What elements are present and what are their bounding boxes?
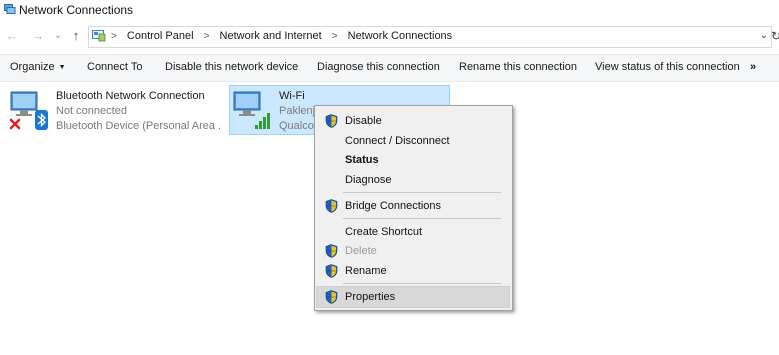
up-button[interactable]: ↑	[68, 28, 84, 44]
menu-item-diagnose[interactable]: Diagnose	[317, 170, 509, 190]
address-bar[interactable]: > Control Panel > Network and Internet >…	[88, 26, 772, 48]
disable-device-button[interactable]: Disable this network device	[165, 61, 298, 73]
bluetooth-network-icon	[9, 91, 48, 130]
menu-item-label: Connect / Disconnect	[345, 135, 450, 147]
window-title: Network Connections	[19, 3, 134, 17]
menu-separator	[343, 283, 501, 284]
menu-item-label: Status	[345, 154, 379, 166]
breadcrumb-network-connections[interactable]: Network Connections	[348, 30, 453, 42]
menu-item-label: Disable	[345, 115, 382, 127]
connection-name: Bluetooth Network Connection	[56, 90, 205, 102]
back-button[interactable]: ←	[4, 28, 20, 44]
connection-device: Bluetooth Device (Personal Area ...	[56, 120, 220, 132]
uac-shield-icon	[325, 290, 338, 304]
menu-separator	[343, 192, 501, 193]
breadcrumb-separator[interactable]: >	[111, 31, 117, 42]
menu-item-label: Bridge Connections	[345, 200, 442, 212]
menu-item-label: Create Shortcut	[345, 226, 423, 238]
uac-shield-icon	[325, 199, 338, 213]
organize-label: Organize	[10, 61, 55, 73]
connection-item-bluetooth[interactable]: Bluetooth Network Connection Not connect…	[8, 89, 223, 135]
address-dropdown-icon[interactable]: ⌄	[760, 30, 768, 41]
view-status-button[interactable]: View status of this connection	[595, 61, 740, 73]
wifi-network-icon	[233, 91, 270, 129]
menu-item-properties[interactable]: Properties	[316, 286, 510, 308]
caret-down-icon: ▼	[58, 63, 66, 71]
uac-shield-icon	[325, 264, 338, 278]
connection-name: Wi-Fi	[279, 90, 305, 102]
breadcrumb-separator[interactable]: >	[332, 31, 338, 42]
menu-item-bridge-connections[interactable]: Bridge Connections	[317, 196, 509, 216]
breadcrumb: > Control Panel > Network and Internet >…	[111, 30, 452, 42]
menu-item-delete[interactable]: Delete	[317, 241, 509, 261]
menu-item-label: Properties	[345, 291, 396, 303]
menu-item-create-shortcut[interactable]: Create Shortcut	[317, 222, 509, 242]
breadcrumb-network-and-internet[interactable]: Network and Internet	[220, 30, 322, 42]
menu-item-rename[interactable]: Rename	[317, 261, 509, 281]
connect-to-button[interactable]: Connect To	[87, 61, 142, 73]
control-panel-icon	[92, 30, 106, 42]
title-bar: Network Connections	[0, 0, 779, 22]
menu-item-label: Delete	[345, 245, 377, 257]
uac-shield-icon	[325, 244, 338, 258]
menu-separator	[343, 218, 501, 219]
organize-button[interactable]: Organize ▼	[10, 61, 66, 73]
diagnose-button[interactable]: Diagnose this connection	[317, 61, 440, 73]
menu-item-label: Diagnose	[345, 174, 392, 186]
context-menu: Disable Connect / Disconnect Status Diag…	[314, 105, 513, 311]
menu-item-status[interactable]: Status	[317, 150, 509, 170]
recent-locations-button[interactable]: ⌄	[50, 28, 66, 44]
menu-item-label: Rename	[345, 265, 387, 277]
command-bar: Organize ▼ Connect To Disable this networ…	[0, 54, 779, 82]
forward-button[interactable]: →	[30, 28, 46, 44]
breadcrumb-control-panel[interactable]: Control Panel	[127, 30, 194, 42]
breadcrumb-separator[interactable]: >	[204, 31, 210, 42]
address-row: ← → ⌄ ↑ > Control Panel > Network and In…	[0, 24, 779, 50]
refresh-button[interactable]: ↻	[771, 29, 779, 43]
rename-button[interactable]: Rename this connection	[459, 61, 577, 73]
network-connections-icon	[4, 4, 16, 14]
menu-item-connect-disconnect[interactable]: Connect / Disconnect	[317, 131, 509, 151]
more-commands-button[interactable]: »	[750, 61, 756, 73]
menu-item-disable[interactable]: Disable	[317, 111, 509, 131]
connection-status: Not connected	[56, 105, 127, 117]
uac-shield-icon	[325, 114, 338, 128]
